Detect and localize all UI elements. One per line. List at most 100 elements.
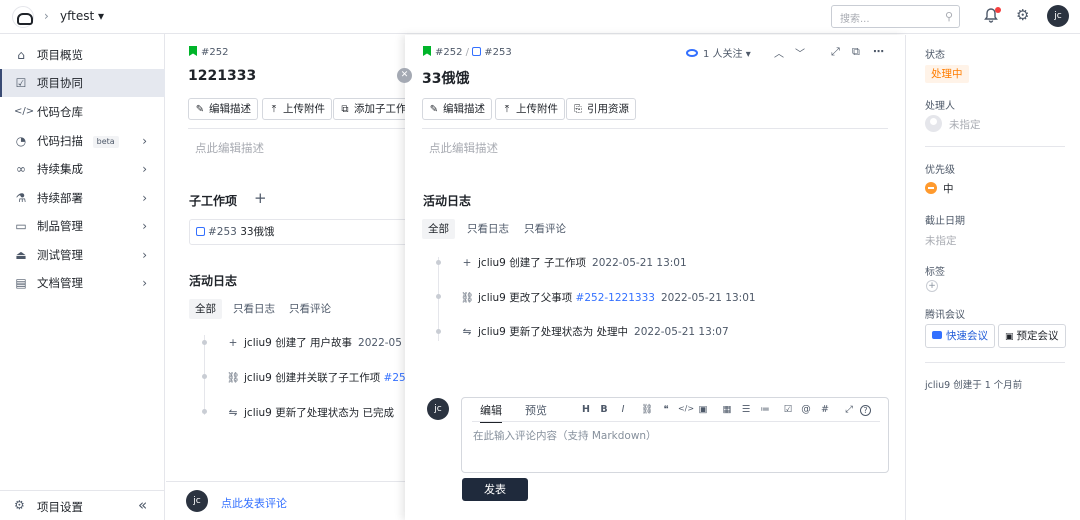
add-child-plus-icon[interactable]: +: [254, 189, 267, 207]
quote-tool-icon[interactable]: ❝: [659, 404, 673, 415]
child-issue-panel: #252 / #253 1 人关注 ▾ ︿ ﹀ ⤢ ⧉ ⋯ 33俄饿 ✎ 编辑描述…: [405, 35, 905, 520]
collapse-sidebar-icon[interactable]: «: [138, 496, 147, 514]
filter-logs-only[interactable]: 只看日志: [233, 299, 275, 319]
log-entry: ⇋ jcliu9 更新了处理状态为 处理中 2022-05-21 13:07: [460, 324, 729, 339]
parent-issue-panel: #252 1221333 ✎编辑描述 ⤒上传附件 ⧉添加子工作项 点此编辑描述 …: [166, 35, 405, 520]
issue-title[interactable]: 33俄饿: [422, 68, 469, 88]
more-options-icon[interactable]: ⋯: [873, 45, 884, 58]
sidebar-item-artifacts[interactable]: ▭ 制品管理 ›: [0, 212, 165, 240]
link-icon: ⛓: [226, 372, 240, 384]
tab-edit[interactable]: 编辑: [480, 402, 502, 423]
log-time: 2022-05-21 13:01: [660, 292, 756, 304]
help-tool-icon[interactable]: ?: [860, 405, 871, 416]
issue-breadcrumb: #252 / #253: [423, 46, 512, 58]
sidebar-item-collab[interactable]: ☑ 项目协同: [0, 69, 165, 97]
ordered-list-tool-icon[interactable]: ≔: [758, 404, 772, 415]
deadline-value[interactable]: 未指定: [925, 233, 957, 248]
button-label: 上传附件: [516, 103, 558, 115]
issue-ref-tool-icon[interactable]: #: [818, 404, 832, 415]
comment-editor: 编辑 预览 H B I ⛓ ❝ </> ▣ ▦ ☰ ≔ ☑ @ # ⤢ ? 在此…: [461, 397, 889, 473]
sidebar-item-testing[interactable]: ⏏ 测试管理 ›: [0, 241, 165, 269]
description-placeholder[interactable]: 点此编辑描述: [429, 140, 498, 156]
parent-issue-id[interactable]: #252: [189, 46, 228, 58]
italic-tool-icon[interactable]: I: [616, 404, 630, 415]
parent-issue-link[interactable]: #252-1221333: [576, 292, 655, 304]
filter-comments-only[interactable]: 只看评论: [289, 299, 331, 319]
sidebar-item-scan[interactable]: ◔ 代码扫描 beta ›: [0, 127, 165, 155]
sidebar-item-docs[interactable]: ▤ 文档管理 ›: [0, 269, 165, 297]
coding-logo-icon[interactable]: [12, 6, 34, 28]
notification-bell-icon[interactable]: [984, 7, 1001, 25]
sidebar-item-ci[interactable]: ∞ 持续集成 ›: [0, 155, 165, 183]
sidebar-item-overview[interactable]: ⌂ 项目概览: [0, 41, 165, 69]
next-issue-icon[interactable]: ﹀: [795, 45, 805, 60]
parent-issue-link[interactable]: #252: [435, 47, 462, 58]
submit-comment-button[interactable]: 发表: [462, 478, 528, 501]
story-flag-icon: [423, 46, 431, 56]
comment-textarea[interactable]: 在此输入评论内容（支持 Markdown）: [473, 428, 657, 443]
parent-issue-title[interactable]: 1221333: [188, 68, 256, 84]
assignee-value[interactable]: 未指定: [949, 117, 981, 132]
filter-logs-only[interactable]: 只看日志: [467, 219, 509, 239]
open-new-window-icon[interactable]: ⧉: [852, 45, 860, 59]
button-label: 引用资源: [587, 103, 629, 115]
edit-description-button[interactable]: ✎ 编辑描述: [188, 98, 258, 120]
add-tag-icon[interactable]: +: [926, 280, 938, 292]
assignee-label: 处理人: [925, 101, 955, 112]
link-tool-icon[interactable]: ⛓: [640, 404, 654, 415]
gear-icon[interactable]: ⚙: [1016, 6, 1029, 24]
heading-tool-icon[interactable]: H: [579, 404, 593, 415]
sidebar-item-repo[interactable]: </> 代码仓库: [0, 98, 165, 126]
sidebar-item-label: 代码仓库: [37, 105, 83, 119]
log-text: jcliu9 更改了父事项: [478, 292, 573, 304]
chevron-right-icon: ›: [142, 134, 147, 148]
task-list-tool-icon[interactable]: ☑: [781, 404, 795, 415]
post-comment-link[interactable]: 点此发表评论: [221, 495, 287, 511]
add-child-item-button[interactable]: ⧉ 添加子工作项: [333, 98, 405, 120]
scan-icon: ◔: [15, 134, 27, 148]
user-avatar[interactable]: jc: [1047, 5, 1069, 27]
code-tool-icon[interactable]: </>: [677, 404, 695, 413]
fullscreen-tool-icon[interactable]: ⤢: [842, 404, 856, 415]
sidebar-item-cd[interactable]: ⚗ 持续部署 ›: [0, 184, 165, 212]
chevron-right-icon: ›: [142, 219, 147, 233]
upload-icon: ⤒: [271, 104, 277, 115]
beta-badge: beta: [92, 136, 119, 148]
log-link[interactable]: #25: [384, 372, 405, 384]
schedule-meeting-button[interactable]: ▣ 预定会议: [998, 324, 1066, 348]
watch-dropdown[interactable]: 1 人关注 ▾: [686, 45, 751, 60]
table-tool-icon[interactable]: ▦: [720, 404, 734, 415]
priority-value[interactable]: 中: [943, 181, 954, 196]
previous-issue-icon[interactable]: ︿: [774, 45, 784, 60]
description-placeholder[interactable]: 点此编辑描述: [195, 140, 264, 156]
comment-footer: jc 点此发表评论: [166, 481, 405, 520]
reference-icon: ⎘: [574, 104, 582, 115]
upload-attachment-button[interactable]: ⤒ 上传附件: [262, 98, 332, 120]
project-settings-link[interactable]: 项目设置: [37, 499, 83, 515]
filter-all[interactable]: 全部: [189, 299, 222, 319]
project-switcher[interactable]: yftest ▾: [60, 9, 104, 23]
tags-label: 标签: [925, 267, 945, 278]
status-badge[interactable]: 处理中: [925, 65, 969, 83]
close-panel-icon[interactable]: ✕: [397, 68, 412, 83]
editor-divider: [472, 421, 880, 422]
bold-tool-icon[interactable]: B: [597, 404, 611, 415]
quick-meeting-button[interactable]: 快速会议: [925, 324, 995, 348]
tab-preview[interactable]: 预览: [525, 402, 547, 418]
chevron-right-icon: ›: [142, 191, 147, 205]
expand-icon[interactable]: ⤢: [831, 45, 840, 59]
upload-attachment-button[interactable]: ⤒ 上传附件: [495, 98, 565, 120]
search-input[interactable]: 搜索... ⚲: [831, 5, 960, 28]
image-tool-icon[interactable]: ▣: [696, 404, 710, 415]
chevron-right-icon: ›: [142, 162, 147, 176]
unordered-list-tool-icon[interactable]: ☰: [739, 404, 753, 415]
reference-resource-button[interactable]: ⎘ 引用资源: [566, 98, 636, 120]
edit-description-button[interactable]: ✎ 编辑描述: [422, 98, 492, 120]
code-icon: </>: [14, 106, 35, 117]
status-label: 状态: [925, 50, 945, 61]
filter-all[interactable]: 全部: [422, 219, 455, 239]
mention-tool-icon[interactable]: @: [799, 404, 813, 415]
filter-comments-only[interactable]: 只看评论: [524, 219, 566, 239]
child-item-row[interactable]: #253 33俄饿: [189, 219, 405, 245]
button-label: 预定会议: [1016, 330, 1059, 342]
